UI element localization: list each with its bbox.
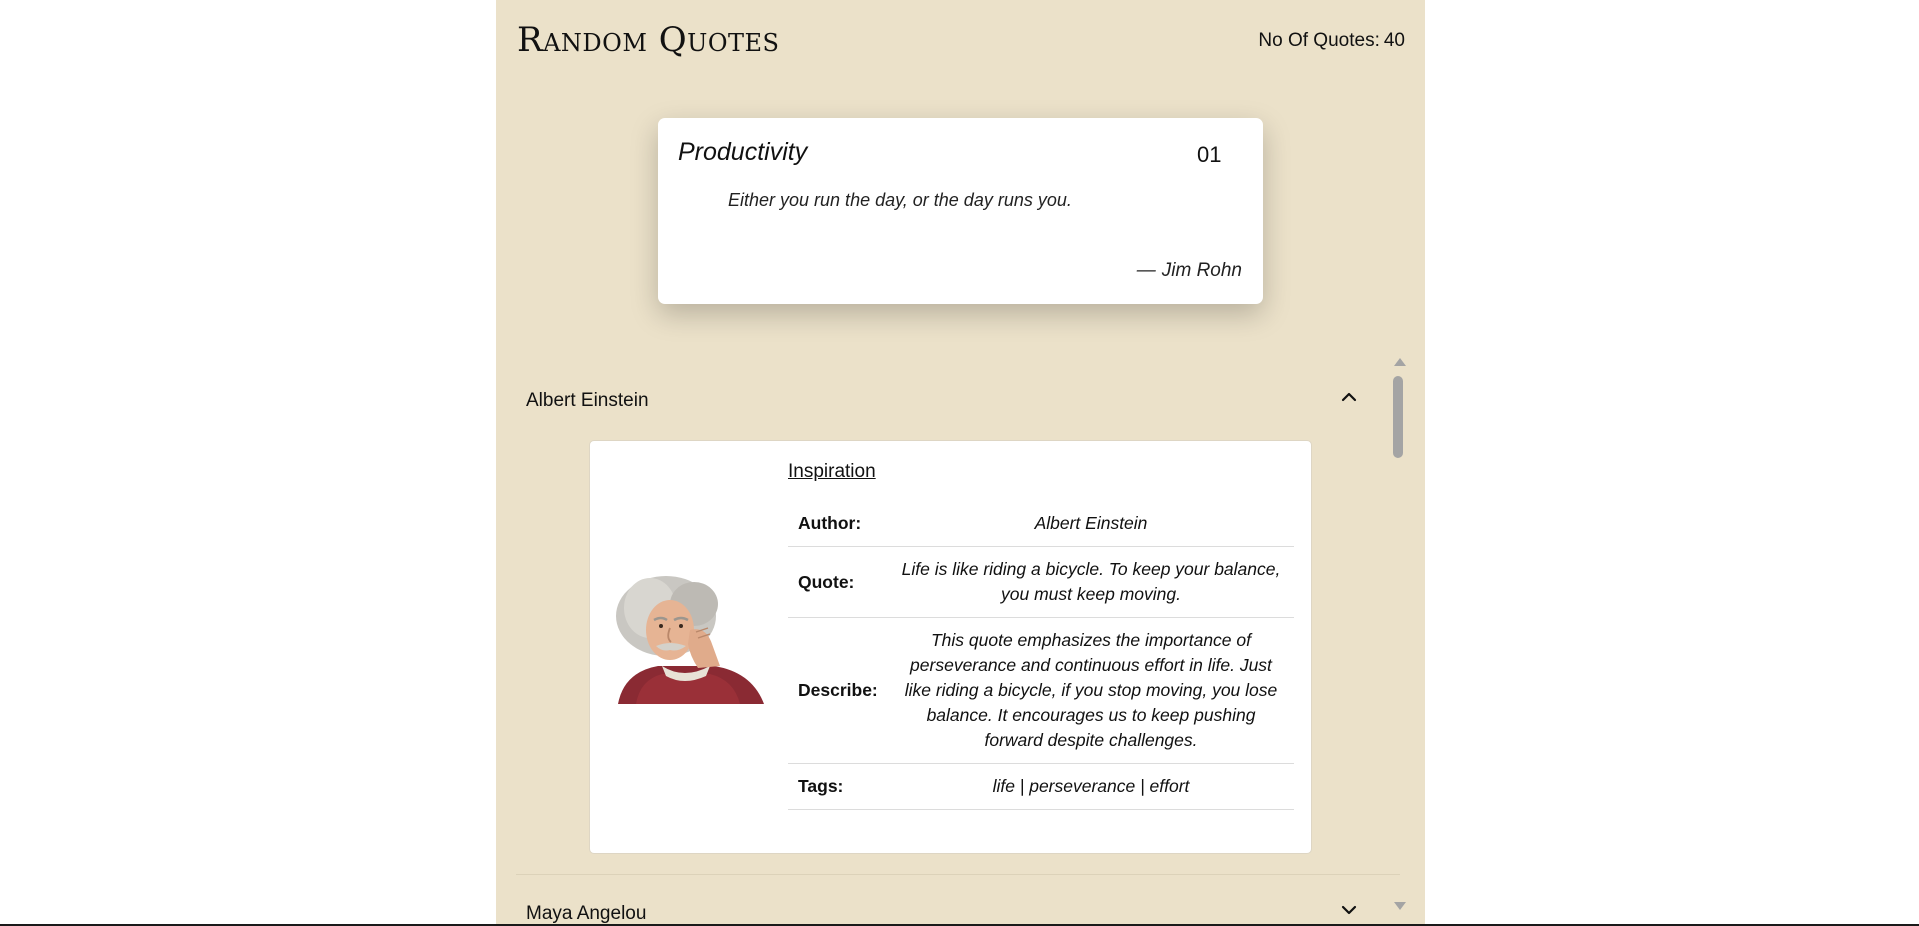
featured-quote-card: Productivity 01 Either you run the day, …	[658, 118, 1263, 304]
featured-quote-text: Either you run the day, or the day runs …	[728, 190, 1072, 210]
author-detail-table: Author: Albert Einstein Quote: Life is l…	[788, 501, 1294, 810]
author-portrait	[606, 568, 764, 704]
chevron-down-icon[interactable]	[1340, 901, 1358, 919]
table-row: Describe: This quote emphasizes the impo…	[788, 617, 1294, 764]
author-accordion: Albert Einstein Inspiration Author: Albe…	[516, 362, 1400, 926]
accordion-header-maya-angelou[interactable]: Maya Angelou	[516, 875, 1400, 926]
row-value: This quote emphasizes the importance of …	[888, 617, 1294, 764]
featured-author: — Jim Rohn	[1137, 260, 1242, 282]
row-label: Quote:	[788, 546, 888, 618]
row-label: Tags:	[788, 763, 888, 810]
scroll-up-arrow-icon[interactable]	[1394, 358, 1406, 366]
scroll-down-arrow-icon[interactable]	[1394, 902, 1406, 910]
author-detail-card: Inspiration Author: Albert Einstein Quot…	[589, 440, 1312, 854]
quote-count: No Of Quotes: 40	[1258, 30, 1405, 52]
scrollbar-thumb[interactable]	[1393, 376, 1403, 458]
row-value: Albert Einstein	[888, 501, 1294, 547]
quote-count-value: 40	[1383, 30, 1405, 51]
featured-author-name: Jim Rohn	[1161, 260, 1242, 281]
accordion-item-albert-einstein: Albert Einstein Inspiration Author: Albe…	[516, 362, 1400, 875]
app-title: Random Quotes	[517, 20, 780, 60]
accordion-scrollbar[interactable]	[1392, 354, 1406, 926]
featured-index: 01	[1197, 142, 1222, 167]
table-row: Author: Albert Einstein	[788, 501, 1294, 547]
app-container: Random Quotes No Of Quotes: 40 Productivi…	[496, 0, 1425, 926]
accordion-author-name: Maya Angelou	[526, 903, 647, 924]
row-label: Describe:	[788, 617, 888, 764]
chevron-up-icon[interactable]	[1340, 388, 1358, 406]
featured-category: Productivity	[678, 138, 808, 166]
accordion-author-name: Albert Einstein	[526, 390, 649, 411]
row-label: Author:	[788, 501, 888, 547]
author-dash: —	[1136, 260, 1156, 281]
accordion-item-maya-angelou: Maya Angelou	[516, 875, 1400, 926]
header: Random Quotes No Of Quotes: 40	[496, 0, 1425, 84]
author-info: Inspiration Author: Albert Einstein Quot…	[788, 461, 1294, 810]
quote-count-label: No Of Quotes:	[1258, 30, 1380, 51]
row-value: life | perseverance | effort	[888, 763, 1294, 810]
table-row: Quote: Life is like riding a bicycle. To…	[788, 546, 1294, 618]
quote-category-link[interactable]: Inspiration	[788, 461, 876, 483]
accordion-header-albert-einstein[interactable]: Albert Einstein	[516, 362, 1400, 440]
row-value: Life is like riding a bicycle. To keep y…	[888, 546, 1294, 618]
table-row: Tags: life | perseverance | effort	[788, 763, 1294, 810]
